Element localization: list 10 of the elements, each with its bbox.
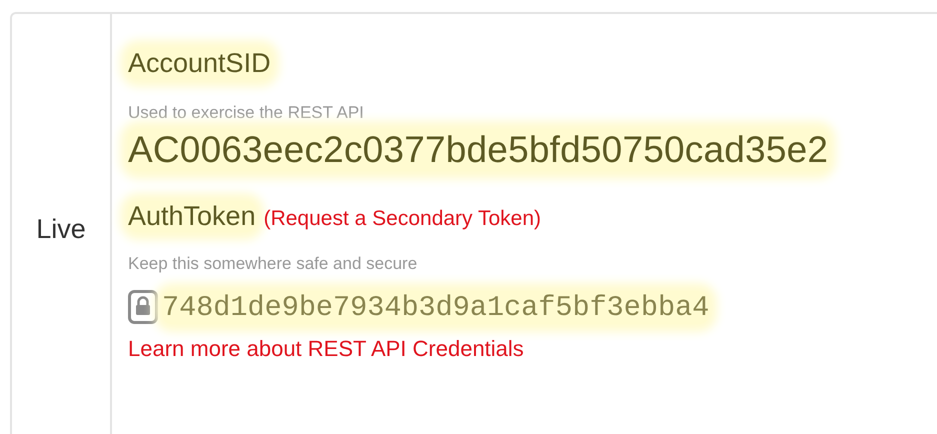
request-secondary-token-link[interactable]: (Request a Secondary Token) — [264, 207, 542, 231]
environment-label: Live — [36, 214, 86, 244]
account-sid-hint: Used to exercise the REST API — [128, 103, 364, 123]
auth-token-value: 748d1de9be7934b3d9a1caf5bf3ebba4 — [162, 290, 710, 324]
account-sid-value: AC0063eec2c0377bde5bfd50750cad35e2 — [128, 129, 828, 171]
lock-icon[interactable] — [128, 290, 158, 324]
rest-api-credentials-link[interactable]: Learn more about REST API Credentials — [128, 336, 524, 362]
account-sid-label: AccountSID — [128, 48, 271, 79]
auth-token-hint: Keep this somewhere safe and secure — [128, 254, 418, 274]
auth-token-label: AuthToken — [128, 201, 256, 232]
